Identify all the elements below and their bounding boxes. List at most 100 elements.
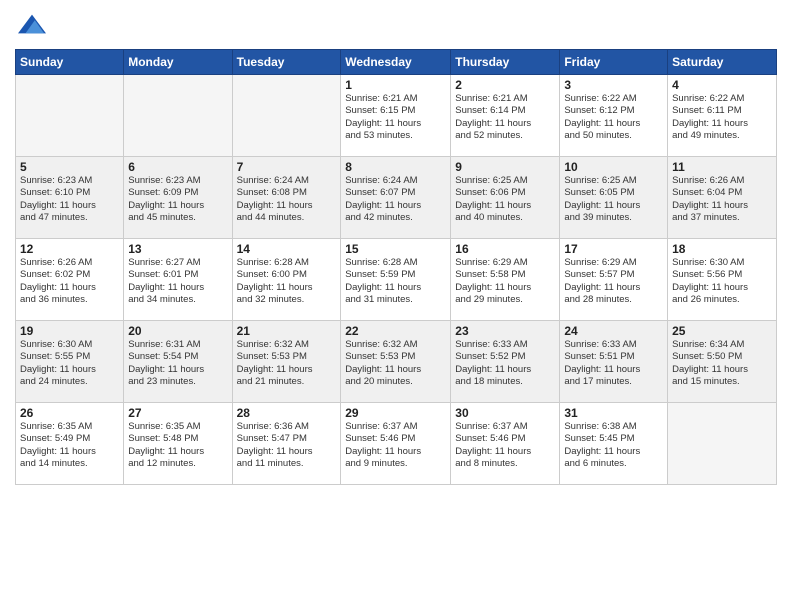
- week-row-1: 1Sunrise: 6:21 AMSunset: 6:15 PMDaylight…: [16, 75, 777, 157]
- week-row-2: 5Sunrise: 6:23 AMSunset: 6:10 PMDaylight…: [16, 157, 777, 239]
- calendar-cell: [668, 403, 777, 485]
- calendar-cell: [232, 75, 341, 157]
- day-info: Sunrise: 6:36 AMSunset: 5:47 PMDaylight:…: [237, 421, 337, 470]
- calendar-cell: 18Sunrise: 6:30 AMSunset: 5:56 PMDayligh…: [668, 239, 777, 321]
- weekday-header-thursday: Thursday: [451, 50, 560, 75]
- day-info: Sunrise: 6:38 AMSunset: 5:45 PMDaylight:…: [564, 421, 663, 470]
- calendar-cell: 13Sunrise: 6:27 AMSunset: 6:01 PMDayligh…: [124, 239, 232, 321]
- day-number: 7: [237, 160, 337, 174]
- calendar-cell: 1Sunrise: 6:21 AMSunset: 6:15 PMDaylight…: [341, 75, 451, 157]
- calendar-cell: 26Sunrise: 6:35 AMSunset: 5:49 PMDayligh…: [16, 403, 124, 485]
- day-number: 18: [672, 242, 772, 256]
- calendar-cell: 3Sunrise: 6:22 AMSunset: 6:12 PMDaylight…: [560, 75, 668, 157]
- day-number: 11: [672, 160, 772, 174]
- calendar-cell: 10Sunrise: 6:25 AMSunset: 6:05 PMDayligh…: [560, 157, 668, 239]
- calendar-cell: 8Sunrise: 6:24 AMSunset: 6:07 PMDaylight…: [341, 157, 451, 239]
- day-number: 25: [672, 324, 772, 338]
- calendar-cell: 22Sunrise: 6:32 AMSunset: 5:53 PMDayligh…: [341, 321, 451, 403]
- calendar-cell: 27Sunrise: 6:35 AMSunset: 5:48 PMDayligh…: [124, 403, 232, 485]
- day-info: Sunrise: 6:33 AMSunset: 5:52 PMDaylight:…: [455, 339, 555, 388]
- week-row-4: 19Sunrise: 6:30 AMSunset: 5:55 PMDayligh…: [16, 321, 777, 403]
- day-info: Sunrise: 6:24 AMSunset: 6:08 PMDaylight:…: [237, 175, 337, 224]
- day-info: Sunrise: 6:34 AMSunset: 5:50 PMDaylight:…: [672, 339, 772, 388]
- main-container: SundayMondayTuesdayWednesdayThursdayFrid…: [0, 0, 792, 495]
- day-number: 6: [128, 160, 227, 174]
- day-number: 31: [564, 406, 663, 420]
- day-number: 9: [455, 160, 555, 174]
- logo: [15, 10, 46, 43]
- day-info: Sunrise: 6:29 AMSunset: 5:57 PMDaylight:…: [564, 257, 663, 306]
- day-info: Sunrise: 6:35 AMSunset: 5:48 PMDaylight:…: [128, 421, 227, 470]
- day-number: 27: [128, 406, 227, 420]
- calendar-cell: 5Sunrise: 6:23 AMSunset: 6:10 PMDaylight…: [16, 157, 124, 239]
- calendar-cell: 7Sunrise: 6:24 AMSunset: 6:08 PMDaylight…: [232, 157, 341, 239]
- day-number: 29: [345, 406, 446, 420]
- day-info: Sunrise: 6:28 AMSunset: 5:59 PMDaylight:…: [345, 257, 446, 306]
- day-number: 3: [564, 78, 663, 92]
- calendar-cell: 20Sunrise: 6:31 AMSunset: 5:54 PMDayligh…: [124, 321, 232, 403]
- calendar-cell: 31Sunrise: 6:38 AMSunset: 5:45 PMDayligh…: [560, 403, 668, 485]
- calendar-cell: 24Sunrise: 6:33 AMSunset: 5:51 PMDayligh…: [560, 321, 668, 403]
- weekday-header-saturday: Saturday: [668, 50, 777, 75]
- day-number: 5: [20, 160, 119, 174]
- day-number: 30: [455, 406, 555, 420]
- day-info: Sunrise: 6:26 AMSunset: 6:02 PMDaylight:…: [20, 257, 119, 306]
- calendar-cell: 12Sunrise: 6:26 AMSunset: 6:02 PMDayligh…: [16, 239, 124, 321]
- day-info: Sunrise: 6:25 AMSunset: 6:06 PMDaylight:…: [455, 175, 555, 224]
- weekday-header-tuesday: Tuesday: [232, 50, 341, 75]
- calendar-cell: 29Sunrise: 6:37 AMSunset: 5:46 PMDayligh…: [341, 403, 451, 485]
- calendar-cell: 14Sunrise: 6:28 AMSunset: 6:00 PMDayligh…: [232, 239, 341, 321]
- day-info: Sunrise: 6:27 AMSunset: 6:01 PMDaylight:…: [128, 257, 227, 306]
- day-info: Sunrise: 6:29 AMSunset: 5:58 PMDaylight:…: [455, 257, 555, 306]
- calendar-cell: 4Sunrise: 6:22 AMSunset: 6:11 PMDaylight…: [668, 75, 777, 157]
- calendar-cell: 9Sunrise: 6:25 AMSunset: 6:06 PMDaylight…: [451, 157, 560, 239]
- day-info: Sunrise: 6:22 AMSunset: 6:11 PMDaylight:…: [672, 93, 772, 142]
- day-number: 23: [455, 324, 555, 338]
- logo-icon: [18, 10, 46, 38]
- day-number: 14: [237, 242, 337, 256]
- day-info: Sunrise: 6:28 AMSunset: 6:00 PMDaylight:…: [237, 257, 337, 306]
- day-info: Sunrise: 6:31 AMSunset: 5:54 PMDaylight:…: [128, 339, 227, 388]
- weekday-header-friday: Friday: [560, 50, 668, 75]
- calendar-cell: 25Sunrise: 6:34 AMSunset: 5:50 PMDayligh…: [668, 321, 777, 403]
- calendar-cell: 19Sunrise: 6:30 AMSunset: 5:55 PMDayligh…: [16, 321, 124, 403]
- day-info: Sunrise: 6:30 AMSunset: 5:56 PMDaylight:…: [672, 257, 772, 306]
- calendar-cell: 17Sunrise: 6:29 AMSunset: 5:57 PMDayligh…: [560, 239, 668, 321]
- calendar-cell: 11Sunrise: 6:26 AMSunset: 6:04 PMDayligh…: [668, 157, 777, 239]
- day-number: 10: [564, 160, 663, 174]
- day-info: Sunrise: 6:30 AMSunset: 5:55 PMDaylight:…: [20, 339, 119, 388]
- day-number: 15: [345, 242, 446, 256]
- day-info: Sunrise: 6:21 AMSunset: 6:14 PMDaylight:…: [455, 93, 555, 142]
- calendar-cell: 21Sunrise: 6:32 AMSunset: 5:53 PMDayligh…: [232, 321, 341, 403]
- day-info: Sunrise: 6:33 AMSunset: 5:51 PMDaylight:…: [564, 339, 663, 388]
- day-info: Sunrise: 6:32 AMSunset: 5:53 PMDaylight:…: [345, 339, 446, 388]
- weekday-header-sunday: Sunday: [16, 50, 124, 75]
- day-number: 28: [237, 406, 337, 420]
- calendar-cell: 15Sunrise: 6:28 AMSunset: 5:59 PMDayligh…: [341, 239, 451, 321]
- weekday-header-wednesday: Wednesday: [341, 50, 451, 75]
- header: [15, 10, 777, 43]
- calendar-cell: 30Sunrise: 6:37 AMSunset: 5:46 PMDayligh…: [451, 403, 560, 485]
- day-number: 20: [128, 324, 227, 338]
- weekday-header-monday: Monday: [124, 50, 232, 75]
- week-row-3: 12Sunrise: 6:26 AMSunset: 6:02 PMDayligh…: [16, 239, 777, 321]
- calendar-cell: 28Sunrise: 6:36 AMSunset: 5:47 PMDayligh…: [232, 403, 341, 485]
- day-number: 19: [20, 324, 119, 338]
- day-number: 2: [455, 78, 555, 92]
- day-info: Sunrise: 6:32 AMSunset: 5:53 PMDaylight:…: [237, 339, 337, 388]
- weekday-header-row: SundayMondayTuesdayWednesdayThursdayFrid…: [16, 50, 777, 75]
- day-info: Sunrise: 6:25 AMSunset: 6:05 PMDaylight:…: [564, 175, 663, 224]
- day-number: 1: [345, 78, 446, 92]
- day-info: Sunrise: 6:37 AMSunset: 5:46 PMDaylight:…: [455, 421, 555, 470]
- calendar-cell: 16Sunrise: 6:29 AMSunset: 5:58 PMDayligh…: [451, 239, 560, 321]
- day-info: Sunrise: 6:23 AMSunset: 6:09 PMDaylight:…: [128, 175, 227, 224]
- day-number: 22: [345, 324, 446, 338]
- day-number: 13: [128, 242, 227, 256]
- calendar-table: SundayMondayTuesdayWednesdayThursdayFrid…: [15, 49, 777, 485]
- day-number: 4: [672, 78, 772, 92]
- calendar-cell: [16, 75, 124, 157]
- day-info: Sunrise: 6:35 AMSunset: 5:49 PMDaylight:…: [20, 421, 119, 470]
- calendar-cell: 6Sunrise: 6:23 AMSunset: 6:09 PMDaylight…: [124, 157, 232, 239]
- day-number: 24: [564, 324, 663, 338]
- day-number: 17: [564, 242, 663, 256]
